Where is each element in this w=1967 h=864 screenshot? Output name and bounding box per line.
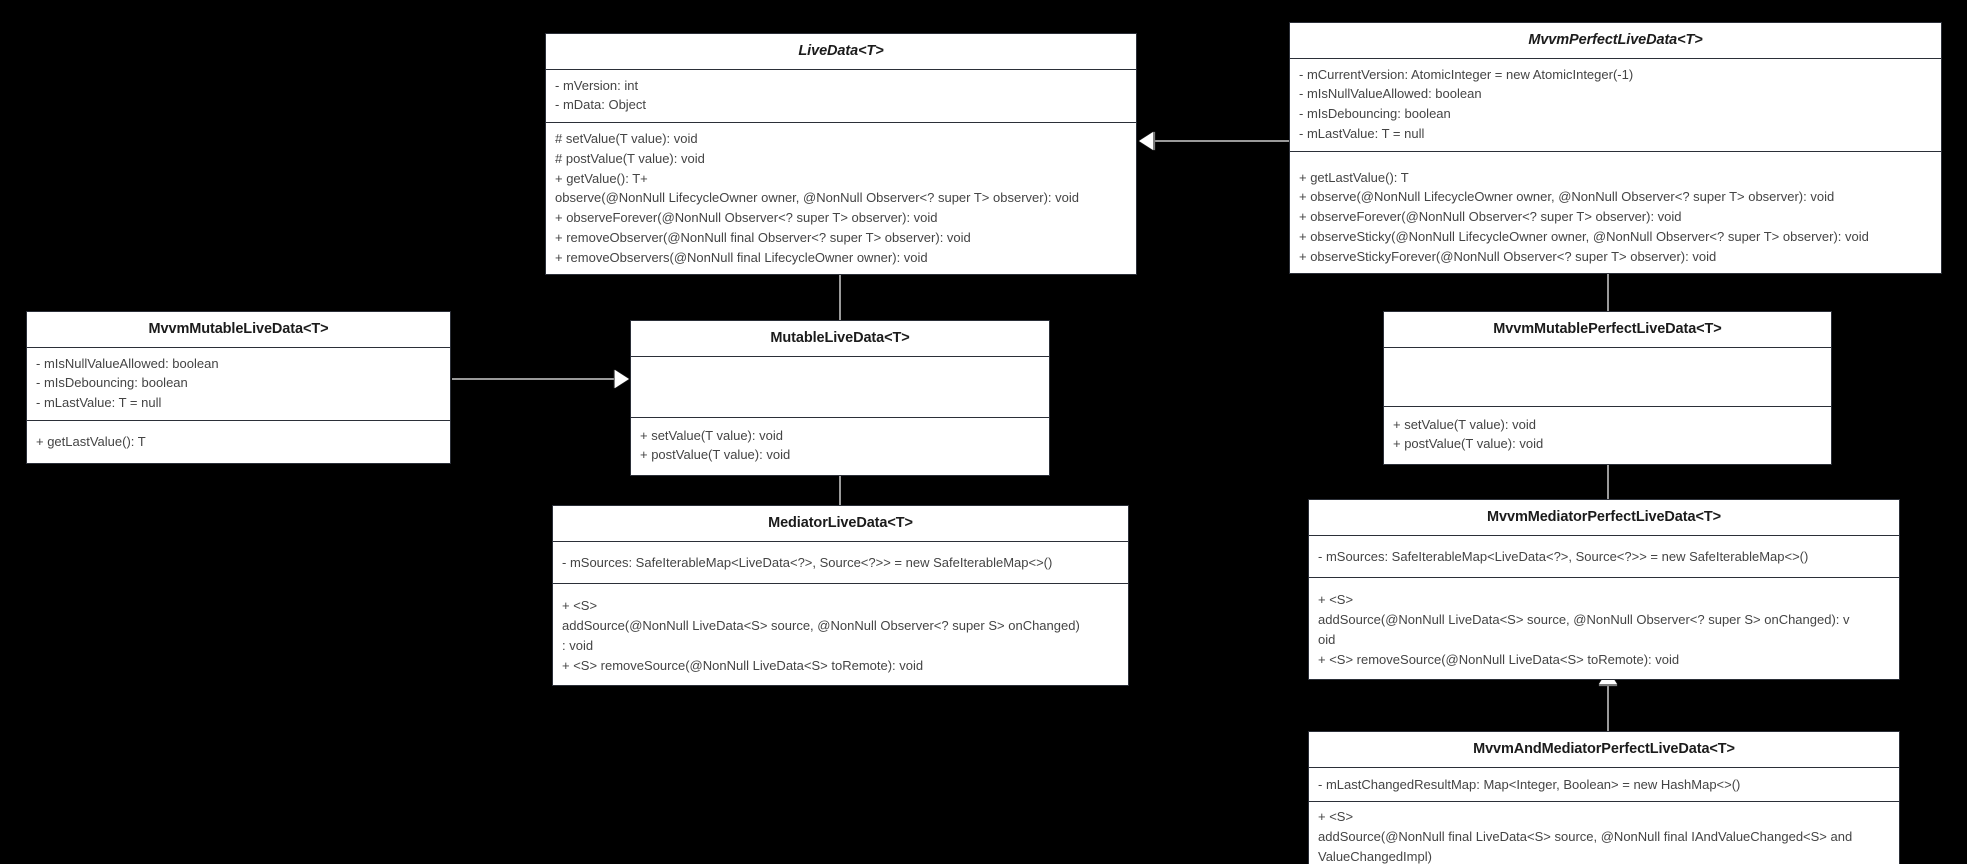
class-methods-mvvmmediatorperfectlivedata: + <S> addSource(@NonNull LiveData<S> sou…: [1309, 578, 1899, 679]
class-attributes-mutablelivedata: [631, 357, 1049, 418]
class-title-mvvmandmediatorperfectlivedata: MvvmAndMediatorPerfectLiveData<T>: [1309, 732, 1899, 768]
method-row: + postValue(T value): void: [1393, 436, 1544, 452]
class-title-livedata: LiveData<T>: [546, 34, 1136, 70]
method-row: + observeForever(@NonNull Observer<? sup…: [1299, 209, 1682, 225]
class-methods-mvvmmutableperfectlivedata: + setValue(T value): void + postValue(T …: [1384, 407, 1831, 465]
arrowhead-livedata-right: [1139, 132, 1155, 150]
attribute-row: - mVersion: int: [555, 77, 639, 93]
connector-mvvmandmediator-to-mvvmmediatorperfect: [1607, 684, 1609, 732]
class-attributes-mvvmmutableperfectlivedata: [1384, 348, 1831, 407]
class-attributes-mvvmperfectlivedata: - mCurrentVersion: AtomicInteger = new A…: [1290, 59, 1941, 152]
method-row: + <S>: [1318, 809, 1354, 825]
class-box-livedata[interactable]: LiveData<T> - mVersion: int - mData: Obj…: [545, 33, 1137, 276]
method-row: + getLastValue(): T: [1299, 169, 1409, 185]
class-methods-mvvmmutablelivedata: + getLastValue(): T: [27, 421, 450, 463]
method-row: # setValue(T value): void: [555, 131, 698, 147]
method-row: + <S> removeSource(@NonNull LiveData<S> …: [1318, 651, 1680, 667]
class-attributes-mvvmandmediatorperfectlivedata: - mLastChangedResultMap: Map<Integer, Bo…: [1309, 768, 1899, 803]
method-row: + setValue(T value): void: [640, 427, 783, 443]
method-row: + postValue(T value): void: [640, 447, 791, 463]
class-box-mvvmandmediatorperfectlivedata[interactable]: MvvmAndMediatorPerfectLiveData<T> - mLas…: [1308, 731, 1900, 864]
method-row: # postValue(T value): void: [555, 150, 705, 166]
class-box-mvvmmutableperfectlivedata[interactable]: MvvmMutablePerfectLiveData<T> + setValue…: [1383, 311, 1832, 466]
method-row: oid: [1318, 631, 1336, 647]
connector-mvvmperfect-to-livedata: [1152, 140, 1292, 142]
method-row: addSource(@NonNull LiveData<S> source, @…: [562, 618, 1080, 634]
method-row: + setValue(T value): void: [1393, 416, 1536, 432]
class-methods-mvvmandmediatorperfectlivedata: + <S> addSource(@NonNull final LiveData<…: [1309, 802, 1899, 864]
method-row: + getLastValue(): T: [36, 433, 146, 449]
class-box-mediatorlivedata[interactable]: MediatorLiveData<T> - mSources: SafeIter…: [552, 505, 1129, 687]
method-row: + observeForever(@NonNull Observer<? sup…: [555, 210, 938, 226]
attribute-row: - mLastValue: T = null: [1299, 125, 1425, 141]
class-attributes-mvvmmediatorperfectlivedata: - mSources: SafeIterableMap<LiveData<?>,…: [1309, 536, 1899, 579]
uml-class-diagram: LiveData<T> - mVersion: int - mData: Obj…: [0, 0, 1967, 864]
method-row: observe(@NonNull LifecycleOwner owner, @…: [555, 190, 1079, 206]
class-box-mutablelivedata[interactable]: MutableLiveData<T> + setValue(T value): …: [630, 320, 1050, 477]
class-box-mvvmperfectlivedata[interactable]: MvvmPerfectLiveData<T> - mCurrentVersion…: [1289, 22, 1942, 275]
class-attributes-mediatorlivedata: - mSources: SafeIterableMap<LiveData<?>,…: [553, 542, 1128, 585]
class-methods-mutablelivedata: + setValue(T value): void + postValue(T …: [631, 418, 1049, 476]
attribute-row: - mLastChangedResultMap: Map<Integer, Bo…: [1318, 776, 1741, 792]
class-attributes-mvvmmutablelivedata: - mIsNullValueAllowed: boolean - mIsDebo…: [27, 348, 450, 421]
method-row: + <S> removeSource(@NonNull LiveData<S> …: [562, 657, 924, 673]
attribute-row: - mLastValue: T = null: [36, 395, 162, 411]
method-row: + <S>: [562, 598, 598, 614]
class-title-mvvmmutablelivedata: MvvmMutableLiveData<T>: [27, 312, 450, 348]
class-box-mvvmmutablelivedata[interactable]: MvvmMutableLiveData<T> - mIsNullValueAll…: [26, 311, 451, 464]
attribute-row: - mSources: SafeIterableMap<LiveData<?>,…: [562, 554, 1053, 570]
attribute-row: - mIsNullValueAllowed: boolean: [36, 355, 219, 371]
method-row: + observeStickyForever(@NonNull Observer…: [1299, 248, 1717, 264]
class-title-mvvmperfectlivedata: MvvmPerfectLiveData<T>: [1290, 23, 1941, 59]
attribute-row: - mCurrentVersion: AtomicInteger = new A…: [1299, 66, 1634, 82]
connector-mvvmmutable-to-mutablelivedata: [452, 378, 614, 380]
class-title-mediatorlivedata: MediatorLiveData<T>: [553, 506, 1128, 542]
class-title-mutablelivedata: MutableLiveData<T>: [631, 321, 1049, 357]
class-methods-mvvmperfectlivedata: + getLastValue(): T + observe(@NonNull L…: [1290, 152, 1941, 274]
method-row: ValueChangedImpl): [1318, 848, 1432, 864]
class-box-mvvmmediatorperfectlivedata[interactable]: MvvmMediatorPerfectLiveData<T> - mSource…: [1308, 499, 1900, 681]
attribute-row: - mData: Object: [555, 97, 647, 113]
method-row: + removeObservers(@NonNull final Lifecyc…: [555, 249, 928, 265]
class-title-mvvmmediatorperfectlivedata: MvvmMediatorPerfectLiveData<T>: [1309, 500, 1899, 536]
method-row: + observeSticky(@NonNull LifecycleOwner …: [1299, 228, 1869, 244]
method-row: : void: [562, 637, 594, 653]
method-row: + observe(@NonNull LifecycleOwner owner,…: [1299, 189, 1835, 205]
class-methods-livedata: # setValue(T value): void # postValue(T …: [546, 123, 1136, 274]
method-row: + removeObserver(@NonNull final Observer…: [555, 229, 971, 245]
method-row: addSource(@NonNull LiveData<S> source, @…: [1318, 612, 1850, 628]
method-row: addSource(@NonNull final LiveData<S> sou…: [1318, 829, 1853, 845]
attribute-row: - mIsDebouncing: boolean: [36, 375, 188, 391]
method-row: + <S>: [1318, 592, 1354, 608]
class-title-mvvmmutableperfectlivedata: MvvmMutablePerfectLiveData<T>: [1384, 312, 1831, 348]
class-methods-mediatorlivedata: + <S> addSource(@NonNull LiveData<S> sou…: [553, 584, 1128, 685]
class-attributes-livedata: - mVersion: int - mData: Object: [546, 70, 1136, 124]
attribute-row: - mIsNullValueAllowed: boolean: [1299, 86, 1482, 102]
method-row: + getValue(): T+: [555, 170, 648, 186]
arrowhead-mutablelivedata-left: [613, 370, 629, 388]
attribute-row: - mSources: SafeIterableMap<LiveData<?>,…: [1318, 548, 1809, 564]
attribute-row: - mIsDebouncing: boolean: [1299, 106, 1451, 122]
